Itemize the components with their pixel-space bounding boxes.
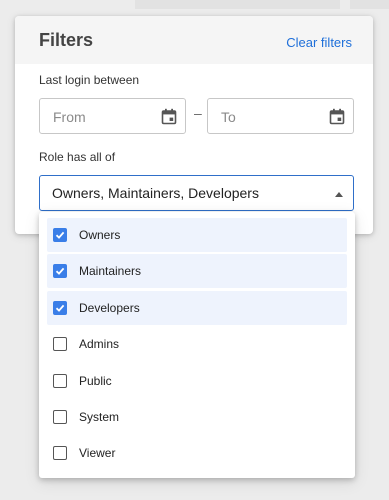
checkbox[interactable]	[53, 301, 67, 315]
last-login-label: Last login between	[39, 73, 140, 87]
caret-up-icon[interactable]	[335, 192, 343, 197]
role-option-developers[interactable]: Developers	[47, 291, 347, 325]
calendar-icon[interactable]	[329, 108, 345, 125]
option-label: Developers	[79, 301, 140, 315]
clear-filters-link[interactable]: Clear filters	[286, 35, 352, 50]
filters-title: Filters	[39, 30, 94, 50]
check-icon	[55, 231, 65, 239]
checkbox[interactable]	[53, 337, 67, 351]
calendar-icon[interactable]	[161, 108, 177, 125]
option-label: System	[79, 410, 120, 424]
range-separator: –	[194, 105, 202, 121]
checkbox[interactable]	[53, 264, 67, 278]
option-label: Public	[79, 374, 112, 388]
role-dropdown: Owners Maintainers Developers Admins Pub…	[39, 212, 355, 478]
checkbox[interactable]	[53, 374, 67, 388]
option-label: Owners	[79, 228, 121, 242]
filters-panel: Filters Clear filters Last login between…	[15, 16, 373, 234]
role-select[interactable]: Owners, Maintainers, Developers	[39, 175, 354, 211]
role-label: Role has all of	[39, 150, 116, 164]
to-date-input[interactable]: To	[207, 98, 354, 134]
to-placeholder: To	[221, 109, 236, 125]
role-option-owners[interactable]: Owners	[47, 218, 347, 252]
from-placeholder: From	[53, 109, 86, 125]
role-option-admins[interactable]: Admins	[47, 327, 347, 361]
role-option-public[interactable]: Public	[47, 364, 347, 398]
role-option-system[interactable]: System	[47, 400, 347, 434]
option-label: Admins	[79, 337, 120, 351]
option-label: Maintainers	[79, 264, 142, 278]
checkbox[interactable]	[53, 228, 67, 242]
role-option-maintainers[interactable]: Maintainers	[47, 254, 347, 288]
role-option-viewer[interactable]: Viewer	[47, 436, 347, 470]
option-label: Viewer	[79, 446, 116, 460]
check-icon	[55, 304, 65, 312]
check-icon	[55, 267, 65, 275]
filters-header: Filters Clear filters	[15, 16, 373, 64]
checkbox[interactable]	[53, 446, 67, 460]
role-select-value: Owners, Maintainers, Developers	[52, 185, 259, 201]
background-toolbar	[135, 0, 340, 9]
from-date-input[interactable]: From	[39, 98, 186, 134]
background-button	[350, 0, 389, 9]
checkbox[interactable]	[53, 410, 67, 424]
